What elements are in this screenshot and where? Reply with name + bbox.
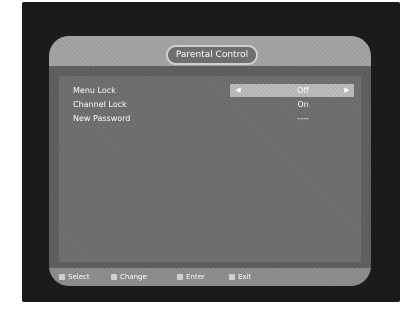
tv-screen: Parental Control Menu Lock ◀ Off ▶ Chann… bbox=[22, 2, 400, 302]
change-key-icon bbox=[111, 274, 117, 280]
select-key-icon bbox=[59, 274, 65, 280]
parental-control-menu: Parental Control Menu Lock ◀ Off ▶ Chann… bbox=[49, 36, 371, 286]
arrow-right-icon[interactable]: ▶ bbox=[342, 84, 352, 97]
arrow-left-icon[interactable]: ◀ bbox=[233, 84, 243, 97]
channel-lock-value[interactable]: On bbox=[273, 98, 333, 111]
channel-lock-row[interactable]: Channel Lock On bbox=[59, 98, 361, 111]
channel-lock-label: Channel Lock bbox=[73, 100, 127, 109]
hint-change: Change bbox=[111, 271, 147, 283]
hint-enter-label: Enter bbox=[186, 273, 205, 281]
hint-exit-label: Exit bbox=[238, 273, 252, 281]
hint-change-label: Change bbox=[120, 273, 147, 281]
hint-select: Select bbox=[59, 271, 90, 283]
hint-select-label: Select bbox=[68, 273, 90, 281]
menu-lock-value[interactable]: Off bbox=[273, 84, 333, 97]
menu-lock-row[interactable]: Menu Lock ◀ Off ▶ bbox=[59, 84, 361, 97]
hint-enter: Enter bbox=[177, 271, 205, 283]
hint-exit: Exit bbox=[229, 271, 251, 283]
exit-key-icon bbox=[229, 274, 235, 280]
enter-key-icon bbox=[177, 274, 183, 280]
menu-title: Parental Control bbox=[166, 45, 258, 65]
menu-header: Parental Control bbox=[49, 36, 371, 66]
new-password-value[interactable]: ---- bbox=[273, 112, 333, 125]
new-password-row[interactable]: New Password ---- bbox=[59, 112, 361, 125]
new-password-label: New Password bbox=[73, 114, 131, 123]
menu-content: Menu Lock ◀ Off ▶ Channel Lock On New Pa… bbox=[59, 76, 361, 262]
menu-lock-label: Menu Lock bbox=[73, 86, 116, 95]
key-hint-bar: Select Change Enter Exit bbox=[49, 268, 371, 286]
